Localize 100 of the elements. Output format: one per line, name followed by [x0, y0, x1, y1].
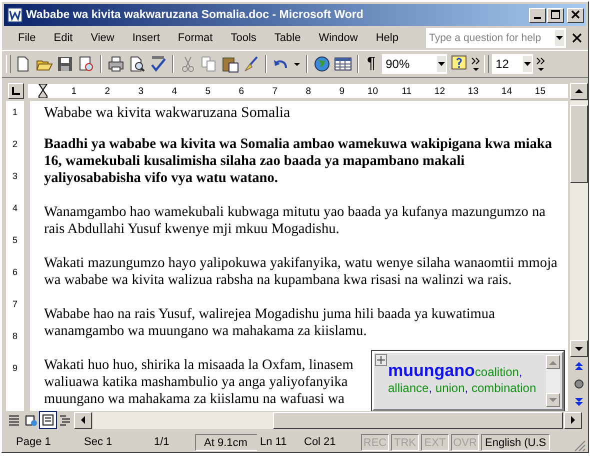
scissors-icon	[179, 55, 197, 73]
ruler-number: 8	[12, 331, 18, 341]
ruler-number: 7	[271, 86, 278, 96]
tab-selector-button[interactable]	[8, 83, 24, 99]
ruler-number: 3	[137, 86, 144, 96]
lead-paragraph-line: yaliyosababisha vifo vya watu watano.	[44, 170, 278, 187]
maximize-button[interactable]	[547, 8, 564, 22]
menu-item[interactable]: Window	[310, 32, 366, 44]
paste-clipboard-icon[interactable]	[221, 55, 239, 73]
translation-word: combination	[471, 381, 536, 395]
separator-comma: ,	[464, 381, 468, 395]
translation-word: alliance	[388, 381, 429, 395]
ruler-number: 7	[12, 299, 18, 309]
close-document-icon[interactable]	[572, 33, 582, 43]
status-field: 1/1	[151, 434, 195, 450]
preview-page-icon[interactable]	[77, 55, 95, 73]
document-heading: Wababe wa kivita wakwaruzana Somalia	[44, 105, 290, 122]
status-field: At 9.1cm	[195, 434, 257, 450]
ruler-number: 2	[12, 139, 18, 149]
down-arrow-icon	[549, 398, 557, 402]
next-page-icon[interactable]	[575, 397, 583, 407]
translation-word: coalition	[474, 365, 519, 379]
dictionary-word: muungano	[388, 361, 475, 380]
help-search-field[interactable]: Type a question for help	[426, 28, 566, 48]
menu-item[interactable]: File	[10, 32, 44, 44]
status-field: English (U.S	[481, 434, 550, 450]
left-tab-icon	[12, 87, 20, 95]
ruler-number: 9	[12, 363, 18, 373]
up-arrow-icon	[549, 360, 557, 364]
menu-item[interactable]: Tools	[222, 32, 264, 44]
paragraph-line: muungano wa mahakama za kiislamu na wafuasi wa	[44, 391, 345, 408]
scroll-right-button[interactable]	[564, 412, 582, 428]
menu-item[interactable]: View	[82, 32, 122, 44]
indent-marker-icon[interactable]	[38, 84, 48, 98]
left-arrow-icon	[80, 416, 86, 424]
printer-icon[interactable]	[107, 55, 125, 73]
print-preview-icon[interactable]	[128, 55, 146, 73]
font-size-dropdown[interactable]: 12	[492, 54, 533, 74]
horizontal-scrollbar[interactable]	[93, 412, 563, 428]
save-icon[interactable]	[56, 55, 74, 73]
ruler-number: 6	[12, 267, 18, 277]
right-arrow-icon	[570, 416, 576, 424]
scroll-up-button[interactable]	[570, 82, 588, 100]
ruler-number: 14	[500, 86, 513, 96]
down-arrow-icon	[575, 346, 583, 352]
menu-item[interactable]: Help	[368, 32, 406, 44]
separator-comma: ,	[428, 381, 432, 395]
ruler-number: 2	[104, 86, 111, 96]
window-title: Wababe wa kivita wakwaruzana Somalia.doc - Microsoft Word	[26, 9, 364, 21]
move-handle-icon[interactable]	[375, 354, 387, 366]
toolbar-options-icon[interactable]	[470, 55, 481, 73]
copy-icon	[200, 55, 218, 73]
popup-scroll-up-button[interactable]	[546, 355, 560, 369]
paragraph-line: wa wababe wa kivita walizua rabsha na kupambana kwa risasi na walinzi wa rais.	[44, 272, 512, 289]
ruler-number: 5	[204, 86, 212, 96]
resize-grip-icon[interactable]	[574, 440, 586, 452]
maximize-icon	[550, 10, 560, 20]
table-grid-icon[interactable]	[334, 55, 352, 73]
ruler-number: 6	[238, 86, 245, 96]
ruler-number: 3	[12, 171, 18, 181]
menu-item[interactable]: Table	[266, 32, 309, 44]
close-button[interactable]	[567, 8, 584, 22]
show-formatting-button[interactable]: ¶	[364, 55, 379, 73]
previous-page-icon[interactable]	[575, 361, 583, 371]
vertical-scrollbar[interactable]	[570, 101, 588, 340]
ruler-number: 1	[12, 107, 18, 117]
status-field: Ln 11	[257, 434, 301, 450]
zoom-dropdown[interactable]: 90%	[382, 54, 447, 74]
menu-item[interactable]: Edit	[46, 32, 81, 44]
status-field: Page 1	[6, 434, 81, 450]
scroll-left-button[interactable]	[74, 412, 92, 428]
scroll-down-button[interactable]	[570, 340, 588, 357]
ruler-number: 11	[400, 86, 412, 96]
globe-icon[interactable]	[313, 55, 331, 73]
ruler-number: 12	[433, 86, 446, 96]
document-w-icon	[7, 7, 23, 23]
paragraph-line: waliuawa katika mashambulio ya anga yaliyofanyika	[44, 374, 348, 391]
popup-scroll-down-button[interactable]	[546, 393, 560, 407]
print-layout-icon[interactable]	[40, 412, 56, 428]
paragraph-line: Wakati mazungumzo hayo yalipokuwa yakifanyika, watu wenye silaha wanaomtii mmoja	[44, 255, 558, 272]
ruler-number: 5	[12, 235, 18, 245]
minimize-button[interactable]	[529, 8, 546, 22]
status-field: Sec 1	[81, 434, 151, 450]
separator-comma: ,	[518, 365, 522, 379]
close-icon	[570, 10, 580, 20]
ruler-number: 10	[366, 86, 379, 96]
translation-word: union	[435, 381, 465, 395]
menu-item[interactable]: Insert	[124, 32, 168, 44]
paragraph-line: Wakati huo huo, shirika la misaada la Oxfam, linasem	[44, 357, 354, 374]
paragraph-line: rais Abdullahi Yusuf kwenye mji mkuu Mogadishu.	[44, 221, 340, 238]
up-arrow-icon	[575, 88, 583, 94]
ruler-number: 13	[466, 86, 480, 96]
menu-item[interactable]: Format	[170, 32, 221, 44]
paragraph-line: wanamgambo wa muungano wa mahakama za kiislamu.	[44, 323, 367, 340]
brush-icon[interactable]	[242, 55, 260, 73]
select-browse-object-icon[interactable]	[574, 379, 584, 389]
toolbar-options-icon[interactable]	[536, 55, 546, 73]
minimize-icon	[534, 17, 541, 19]
spelling-check-icon[interactable]	[149, 55, 167, 73]
ruler-number: 1	[70, 86, 78, 96]
